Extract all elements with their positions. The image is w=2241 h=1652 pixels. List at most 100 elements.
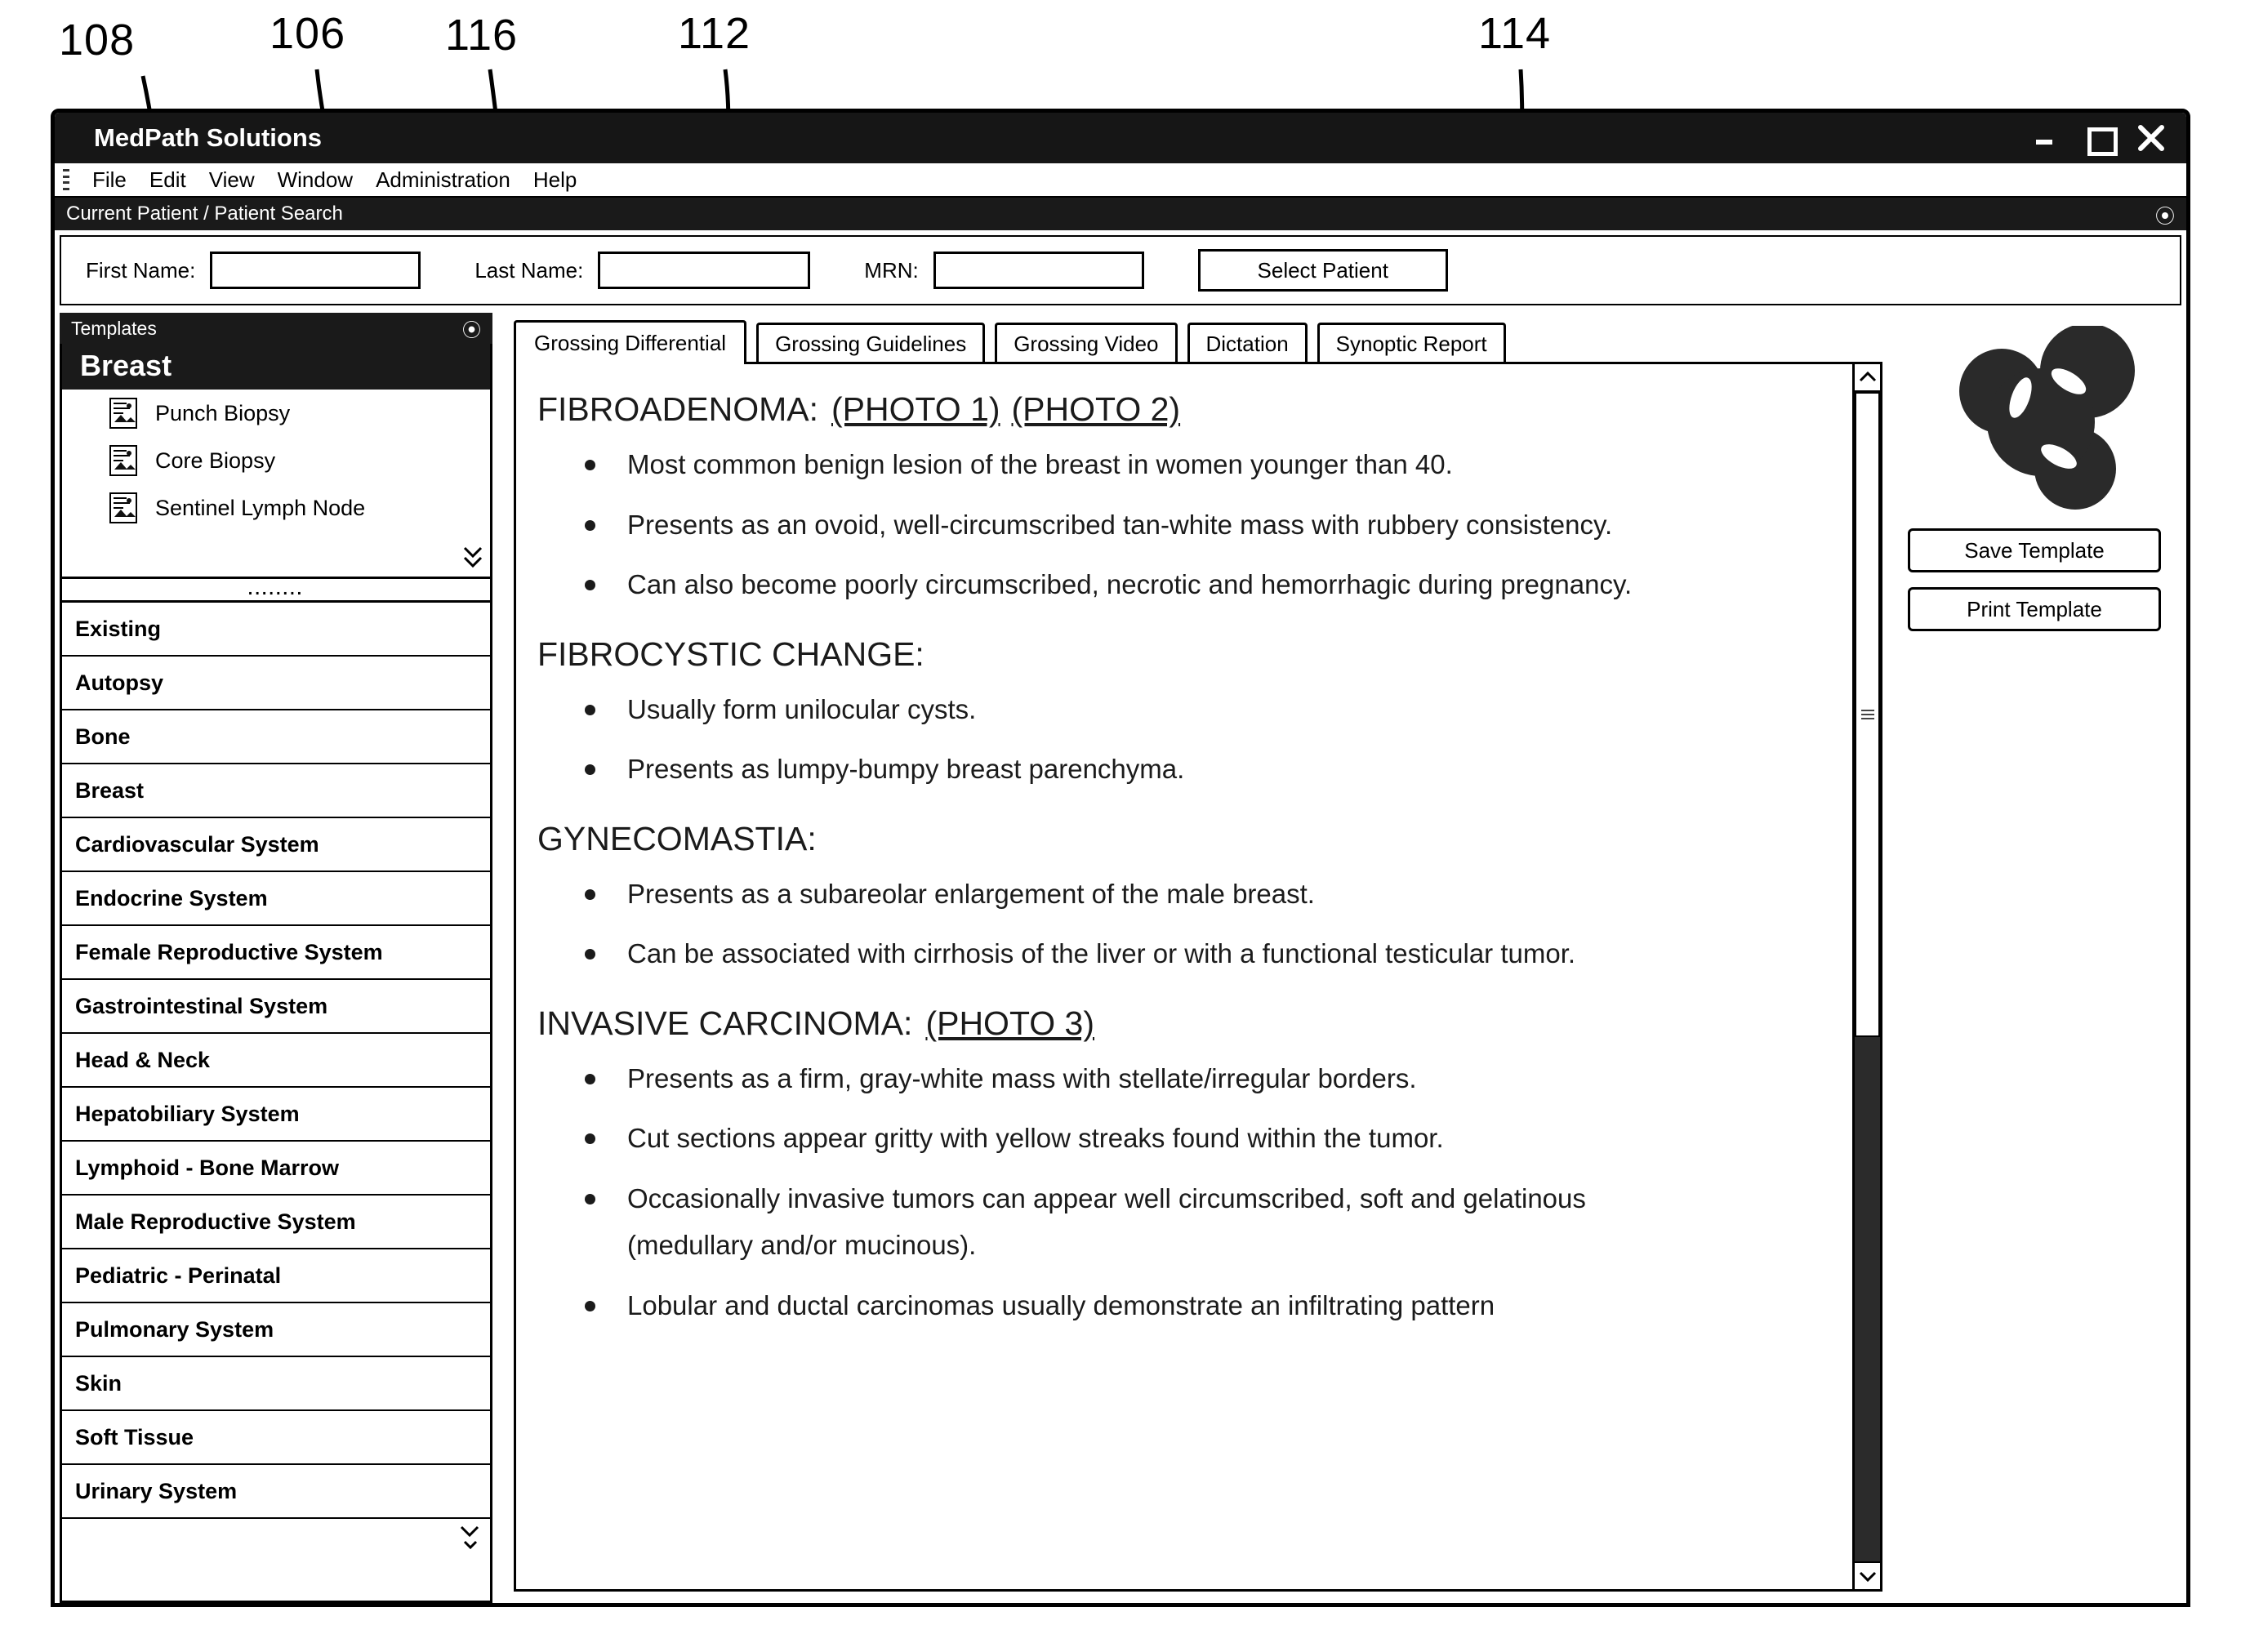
section-title: GYNECOMASTIA: [537,819,817,857]
scrollbar-track[interactable] [1855,1037,1880,1561]
patient-search-panel-header: Current Patient / Patient Search ⦿ [55,198,2186,230]
templates-sidebar: Templates ⦿ Breast Punch Biopsy Core Bio… [60,313,492,1603]
tab-synoptic-report[interactable]: Synoptic Report [1317,323,1506,362]
callout-112: 112 [678,9,751,58]
category-item-male-reproductive-system[interactable]: Male Reproductive System [62,1196,490,1249]
menu-item-edit[interactable]: Edit [138,167,198,193]
close-icon[interactable] [2137,124,2165,152]
last-name-input[interactable] [598,252,811,289]
category-item-skin[interactable]: Skin [62,1357,490,1411]
patient-search-bar: First Name: Last Name: MRN: Select Patie… [60,235,2181,305]
bullet-item: Most common benign lesion of the breast … [585,447,1828,483]
pin-icon[interactable]: ⦿ [2155,200,2175,229]
category-item-head-and-neck[interactable]: Head & Neck [62,1034,490,1088]
callout-116: 116 [445,11,519,60]
section-bullets-fibrocystic-change: Usually form unilocular cysts. Presents … [537,692,1828,787]
menu-item-file[interactable]: File [81,167,138,193]
minimize-icon[interactable] [2033,124,2061,152]
photo-link-2[interactable]: (PHOTO 2) [1012,390,1181,428]
template-item-label: Sentinel Lymph Node [155,495,366,520]
first-name-input[interactable] [210,252,421,289]
template-item-sentinel-lymph-node[interactable]: Sentinel Lymph Node [62,484,490,532]
scrollbar-thumb[interactable] [1855,392,1880,1037]
sidebar-splitter[interactable]: ........ [60,579,492,600]
scroll-down-arrow-icon[interactable] [1855,1561,1880,1589]
menu-item-administration[interactable]: Administration [364,167,522,193]
mrn-input[interactable] [933,252,1144,289]
menu-item-window[interactable]: Window [266,167,364,193]
document-viewer: FIBROADENOMA: (PHOTO 1) (PHOTO 2) Most com… [514,362,1882,1592]
last-name-label: Last Name: [474,257,584,283]
category-item-female-reproductive-system[interactable]: Female Reproductive System [62,926,490,980]
section-bullets-gynecomastia: Presents as a subareolar enlargement of … [537,876,1828,972]
category-item-autopsy[interactable]: Autopsy [62,657,490,710]
section-bullets-fibroadenoma: Most common benign lesion of the breast … [537,447,1828,603]
category-list-footer [62,1519,490,1601]
menu-grip-icon[interactable] [63,169,71,190]
template-item-punch-biopsy[interactable]: Punch Biopsy [62,390,490,437]
category-item-breast[interactable]: Breast [62,764,490,818]
section-bullets-invasive-carcinoma: Presents as a firm, gray-white mass with… [537,1061,1828,1324]
templates-panel-header: Templates ⦿ [60,313,492,344]
bullet-item: Usually form unilocular cysts. [585,692,1828,728]
category-item-hepatobiliary-system[interactable]: Hepatobiliary System [62,1088,490,1142]
document-icon [109,398,137,429]
menu-bar: File Edit View Window Administration Hel… [55,163,2186,198]
bullet-item: Occasionally invasive tumors can appear … [585,1181,1828,1217]
menu-item-view[interactable]: View [198,167,266,193]
templates-panel: Breast Punch Biopsy Core Biopsy Sentinel… [60,344,492,579]
category-item-pediatric-perinatal[interactable]: Pediatric - Perinatal [62,1249,490,1303]
patient-search-panel-title: Current Patient / Patient Search [66,203,343,225]
category-item-endocrine-system[interactable]: Endocrine System [62,872,490,926]
bullet-item: Can also become poorly circumscribed, ne… [585,567,1828,603]
templates-panel-title: Templates [71,317,157,339]
category-item-lymphoid-bone-marrow[interactable]: Lymphoid - Bone Marrow [62,1142,490,1196]
template-item-list: Punch Biopsy Core Biopsy Sentinel Lymph … [62,390,490,577]
template-group-header-breast[interactable]: Breast [62,344,490,390]
category-item-bone[interactable]: Bone [62,710,490,764]
right-panel: Save Template Print Template [1882,313,2186,1603]
callout-114: 114 [1478,9,1552,58]
menu-item-help[interactable]: Help [522,167,588,193]
save-template-button[interactable]: Save Template [1908,528,2161,572]
bullet-item: Presents as a subareolar enlargement of … [585,876,1828,912]
tab-grossing-guidelines[interactable]: Grossing Guidelines [756,323,986,362]
splitter-grip: ........ [247,581,305,599]
category-item-pulmonary-system[interactable]: Pulmonary System [62,1303,490,1357]
callout-108: 108 [59,16,136,65]
tab-dictation[interactable]: Dictation [1187,323,1308,362]
maximize-icon[interactable] [2085,124,2118,156]
section-title: INVASIVE CARCINOMA: [537,1004,913,1042]
select-patient-button[interactable]: Select Patient [1197,249,1448,292]
template-item-core-biopsy[interactable]: Core Biopsy [62,437,490,484]
tab-grossing-video[interactable]: Grossing Video [995,323,1178,362]
category-item-urinary-system[interactable]: Urinary System [62,1465,490,1519]
bullet-item: Presents as a firm, gray-white mass with… [585,1061,1828,1097]
photo-link-3[interactable]: (PHOTO 3) [925,1004,1094,1042]
bullet-item-continuation: (medullary and/or mucinous). [627,1230,977,1261]
section-heading-invasive-carcinoma: INVASIVE CARCINOMA: (PHOTO 3) [537,1004,1828,1043]
bullet-item: Presents as lumpy-bumpy breast parenchym… [585,751,1828,787]
patent-figure-page: 108 106 116 112 114 110 MedPath Solution… [0,0,2241,1652]
bullet-item: Lobular and ductal carcinomas usually de… [585,1288,1828,1324]
document-vertical-scrollbar[interactable] [1852,364,1880,1589]
document-icon [109,492,137,523]
scroll-thumb-grip [1860,710,1874,719]
template-item-label: Punch Biopsy [155,400,291,425]
tab-grossing-differential[interactable]: Grossing Differential [514,320,747,364]
scroll-up-arrow-icon[interactable] [1855,364,1880,392]
pin-icon[interactable]: ⦿ [462,314,481,342]
main-body: Templates ⦿ Breast Punch Biopsy Core Bio… [55,313,2186,1603]
chevron-double-down-icon[interactable] [459,1522,482,1556]
window-controls [2033,113,2165,163]
callout-106: 106 [270,9,346,58]
category-item-existing[interactable]: Existing [62,603,490,657]
application-window: MedPath Solutions File Edit View Window … [51,109,2190,1607]
section-heading-gynecomastia: GYNECOMASTIA: [537,820,1828,858]
print-template-button[interactable]: Print Template [1908,587,2161,631]
scroll-down-icon[interactable] [461,541,485,572]
photo-link-1[interactable]: (PHOTO 1) [831,390,1000,428]
category-item-soft-tissue[interactable]: Soft Tissue [62,1411,490,1465]
category-item-cardiovascular-system[interactable]: Cardiovascular System [62,818,490,872]
category-item-gastrointestinal-system[interactable]: Gastrointestinal System [62,980,490,1034]
